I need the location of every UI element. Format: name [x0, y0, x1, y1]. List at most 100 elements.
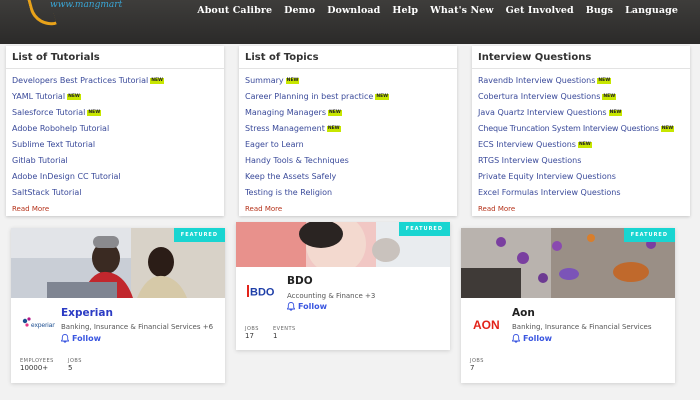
- list-item-label[interactable]: Ravendb Interview Questions: [478, 76, 595, 85]
- list-item[interactable]: Testing is the Religion: [245, 185, 451, 201]
- list-item[interactable]: Handy Tools & Techniques: [245, 153, 451, 169]
- list-item[interactable]: Managing Managers NEW: [245, 105, 451, 121]
- list-item[interactable]: Cheque Truncation System Interview Quest…: [478, 121, 684, 137]
- list-item-label[interactable]: Career Planning in best practice: [245, 92, 373, 101]
- list-item-label[interactable]: Handy Tools & Techniques: [245, 156, 349, 165]
- bell-icon: [287, 302, 295, 311]
- follow-button[interactable]: Follow: [287, 302, 327, 311]
- list-item-label[interactable]: YAML Tutorial: [12, 92, 65, 101]
- list-item[interactable]: SaltStack Tutorial: [12, 185, 218, 201]
- top-navigation-bar: www.mangmart About Calibre Demo Download…: [0, 0, 700, 44]
- new-badge: NEW: [67, 93, 81, 100]
- list-item-label[interactable]: Private Equity Interview Questions: [478, 172, 616, 181]
- list-item[interactable]: Java Quartz Interview Questions NEW: [478, 105, 684, 121]
- company-name[interactable]: Experian: [61, 307, 113, 319]
- list-item[interactable]: Excel Formulas Interview Questions: [478, 185, 684, 201]
- nav-demo[interactable]: Demo: [284, 5, 315, 16]
- list-item-label[interactable]: Cobertura Interview Questions: [478, 92, 600, 101]
- featured-badge: FEATURED: [173, 228, 225, 242]
- list-item-label[interactable]: ECS Interview Questions: [478, 140, 576, 149]
- nav-bugs[interactable]: Bugs: [586, 5, 613, 16]
- list-item[interactable]: Gitlab Tutorial: [12, 153, 218, 169]
- list-item-label[interactable]: Excel Formulas Interview Questions: [478, 188, 620, 197]
- list-item-label[interactable]: Summary: [245, 76, 284, 85]
- read-more-link[interactable]: Read More: [245, 205, 282, 213]
- company-name[interactable]: Aon: [512, 307, 535, 319]
- list-item[interactable]: Private Equity Interview Questions: [478, 169, 684, 185]
- list-item-label[interactable]: Testing is the Religion: [245, 188, 332, 197]
- list-item-label[interactable]: RTGS Interview Questions: [478, 156, 581, 165]
- nav-whats-new[interactable]: What's New: [430, 5, 494, 16]
- follow-label[interactable]: Follow: [298, 302, 327, 311]
- company-logo[interactable]: AON: [470, 306, 506, 342]
- list-item-label[interactable]: Managing Managers: [245, 108, 326, 117]
- industry-more-count[interactable]: +3: [365, 292, 375, 300]
- list-item-label[interactable]: Gitlab Tutorial: [12, 156, 68, 165]
- nav-help[interactable]: Help: [392, 5, 418, 16]
- list-item[interactable]: Salesforce Tutorial NEW: [12, 105, 218, 121]
- company-logo[interactable]: BDO: [245, 273, 281, 309]
- follow-button[interactable]: Follow: [61, 334, 101, 343]
- list-item-label[interactable]: Adobe InDesign CC Tutorial: [12, 172, 121, 181]
- list-item[interactable]: Summary NEW: [245, 73, 451, 89]
- list-item[interactable]: RTGS Interview Questions: [478, 153, 684, 169]
- list-item-label[interactable]: Developers Best Practices Tutorial: [12, 76, 148, 85]
- follow-label[interactable]: Follow: [523, 334, 552, 343]
- panel-title: List of Topics: [239, 46, 457, 69]
- stat-value: 5: [68, 364, 73, 372]
- new-badge: NEW: [608, 109, 623, 116]
- jobs-stat[interactable]: JOBS 5: [68, 358, 82, 372]
- list-item[interactable]: ECS Interview Questions NEW: [478, 137, 684, 153]
- company-logo[interactable]: experian: [20, 306, 56, 342]
- list-item[interactable]: Eager to Learn: [245, 137, 451, 153]
- stat-value: 1: [273, 332, 278, 340]
- company-card-experian[interactable]: FEATURED experian Experian Banking, Insu…: [11, 228, 225, 383]
- list-item[interactable]: Sublime Text Tutorial: [12, 137, 218, 153]
- company-card-bdo[interactable]: FEATURED BDO BDO Accounting & Finance +3…: [236, 222, 450, 350]
- company-name[interactable]: BDO: [287, 275, 313, 287]
- list-item[interactable]: YAML Tutorial NEW: [12, 89, 218, 105]
- list-item[interactable]: Ravendb Interview Questions NEW: [478, 73, 684, 89]
- follow-button[interactable]: Follow: [512, 334, 552, 343]
- jobs-stat[interactable]: JOBS 17: [245, 326, 259, 340]
- list-item-label[interactable]: Sublime Text Tutorial: [12, 140, 95, 149]
- list-item-label[interactable]: Keep the Assets Safely: [245, 172, 336, 181]
- panel-title: Interview Questions: [472, 46, 690, 69]
- jobs-stat[interactable]: JOBS 7: [470, 358, 484, 372]
- new-badge: NEW: [597, 77, 612, 84]
- new-badge: NEW: [87, 109, 102, 116]
- featured-badge: FEATURED: [398, 222, 450, 236]
- panel-title: List of Tutorials: [6, 46, 224, 69]
- list-item[interactable]: Keep the Assets Safely: [245, 169, 451, 185]
- list-item-label[interactable]: Adobe Robohelp Tutorial: [12, 124, 109, 133]
- list-item-label[interactable]: Stress Management: [245, 124, 325, 133]
- list-item[interactable]: Cobertura Interview Questions NEW: [478, 89, 684, 105]
- interview-questions-panel: Interview Questions Ravendb Interview Qu…: [472, 46, 690, 216]
- industry-more-count[interactable]: +6: [203, 323, 213, 331]
- nav-download[interactable]: Download: [327, 5, 380, 16]
- company-card-aon[interactable]: FEATURED AON Aon Banking, Insurance & Fi…: [461, 228, 675, 383]
- events-stat[interactable]: EVENTS 1: [273, 326, 296, 340]
- list-item-label[interactable]: Java Quartz Interview Questions: [478, 108, 607, 117]
- list-item-label[interactable]: Salesforce Tutorial: [12, 108, 85, 117]
- nav-about-calibre[interactable]: About Calibre: [197, 5, 272, 16]
- list-item[interactable]: Adobe InDesign CC Tutorial: [12, 169, 218, 185]
- nav-get-involved[interactable]: Get Involved: [506, 5, 574, 16]
- read-more-link[interactable]: Read More: [12, 205, 49, 213]
- list-item-label[interactable]: Cheque Truncation System Interview Quest…: [478, 124, 659, 133]
- list-item[interactable]: Career Planning in best practice NEW: [245, 89, 451, 105]
- list-item[interactable]: Adobe Robohelp Tutorial: [12, 121, 218, 137]
- list-item[interactable]: Developers Best Practices Tutorial NEW: [12, 73, 218, 89]
- list-item[interactable]: Stress Management NEW: [245, 121, 451, 137]
- read-more-link[interactable]: Read More: [478, 205, 515, 213]
- stat-value: 10000+: [20, 364, 49, 372]
- topics-panel: List of Topics Summary NEW Career Plannin…: [239, 46, 457, 216]
- nav-language[interactable]: Language: [625, 5, 678, 16]
- list-item-label[interactable]: SaltStack Tutorial: [12, 188, 81, 197]
- site-logo-text[interactable]: www.mangmart: [50, 0, 122, 10]
- list-item-label[interactable]: Eager to Learn: [245, 140, 304, 149]
- follow-label[interactable]: Follow: [72, 334, 101, 343]
- employees-stat: EMPLOYEES 10000+: [20, 358, 54, 372]
- interview-questions-list: Ravendb Interview Questions NEW Cobertura…: [472, 69, 690, 201]
- bell-icon: [61, 334, 69, 343]
